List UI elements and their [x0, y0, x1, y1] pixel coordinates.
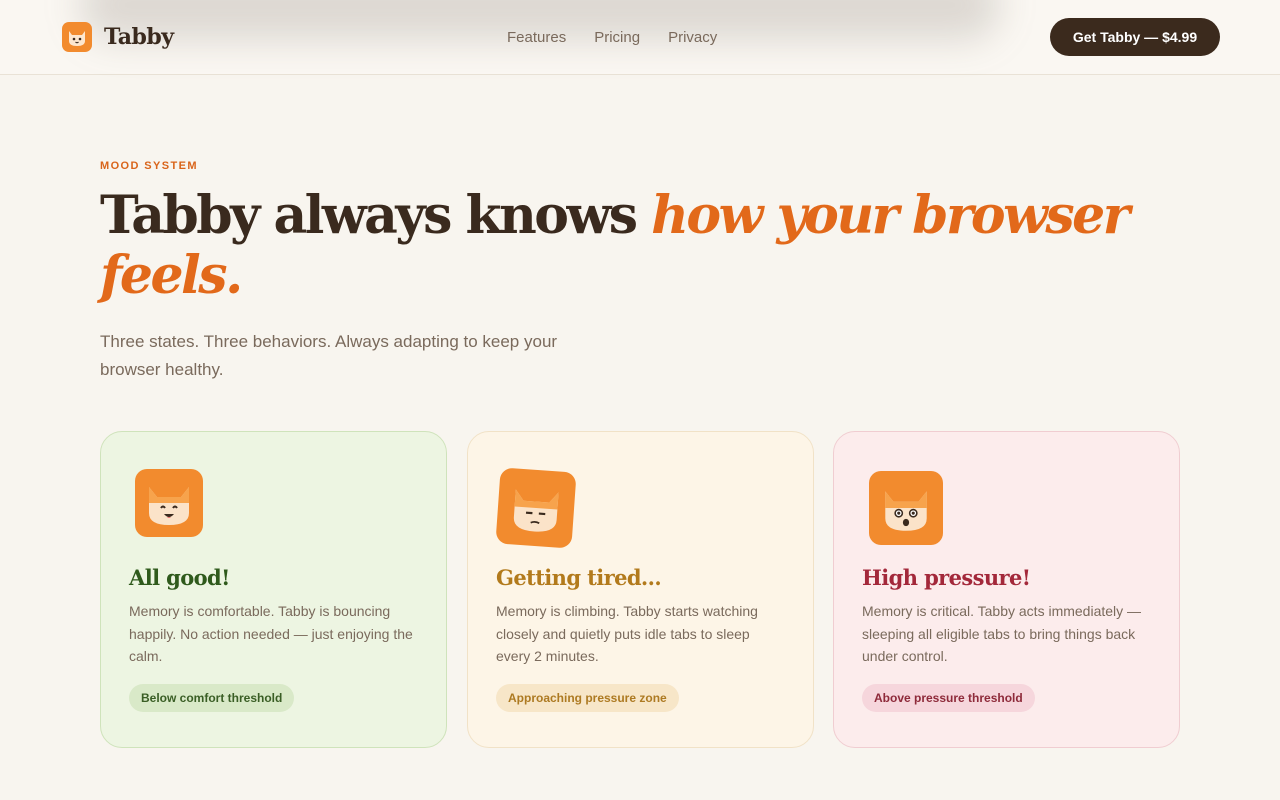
hero-subhead: Three states. Three behaviors. Always ad… [100, 332, 558, 379]
tired-cat-icon [495, 467, 577, 549]
page-title: Tabby always knows how your browser feel… [100, 186, 1200, 306]
card-description: Memory is critical. Tabby acts immediate… [862, 603, 1142, 664]
get-tabby-button[interactable]: Get Tabby — $4.99 [1050, 18, 1220, 56]
site-header: Tabby Features Pricing Privacy Get Tabby… [0, 0, 1280, 75]
nav-link-privacy[interactable]: Privacy [668, 29, 717, 46]
mood-card-high: High pressure! Memory is critical. Tabby… [833, 431, 1180, 748]
status-badge: Approaching pressure zone [496, 684, 679, 712]
mood-card-tired: Getting tired... Memory is climbing. Tab… [467, 431, 814, 748]
shocked-cat-icon [869, 471, 943, 545]
card-title: High pressure! [862, 565, 1031, 590]
card-title: All good! [129, 565, 230, 590]
mood-card-good: All good! Memory is comfortable. Tabby i… [100, 431, 447, 748]
nav-link-features[interactable]: Features [507, 29, 566, 46]
card-description: Memory is comfortable. Tabby is bouncing… [129, 603, 413, 664]
brand-name: Tabby [104, 24, 174, 50]
brand[interactable]: Tabby [62, 22, 174, 52]
happy-cat-icon [135, 469, 203, 537]
card-description: Memory is climbing. Tabby starts watchin… [496, 603, 758, 664]
headline-plain: Tabby always knows [100, 185, 652, 246]
status-badge: Below comfort threshold [129, 684, 295, 712]
card-title: Getting tired... [496, 565, 662, 590]
section-eyebrow: MOOD SYSTEM [100, 160, 198, 172]
main-nav: Features Pricing Privacy [507, 29, 717, 46]
status-badge: Above pressure threshold [862, 684, 1035, 712]
cat-logo-icon [62, 22, 92, 52]
nav-link-pricing[interactable]: Pricing [594, 29, 640, 46]
